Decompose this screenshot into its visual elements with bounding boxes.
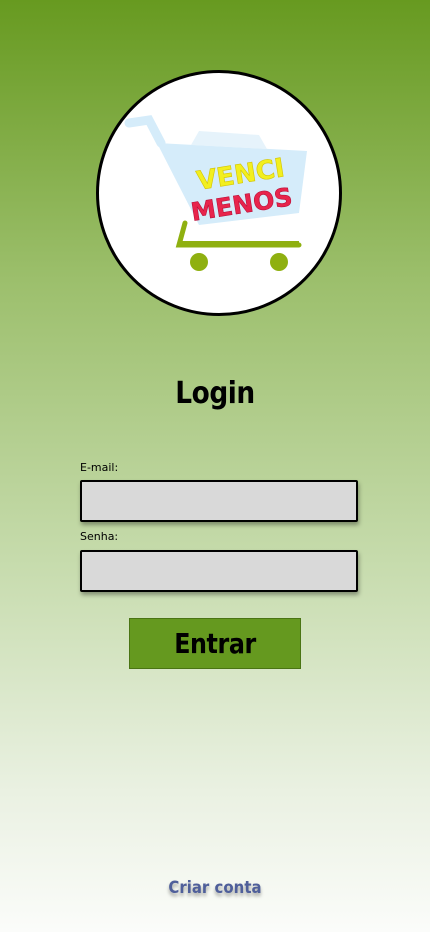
app-logo: VENCI MENOS [96, 70, 342, 316]
email-label: E-mail: [80, 461, 119, 474]
create-account-link[interactable]: Criar conta [0, 878, 430, 898]
login-button-label: Entrar [174, 627, 256, 660]
password-label: Senha: [80, 530, 119, 543]
login-button[interactable]: Entrar [129, 618, 301, 669]
password-field[interactable] [80, 550, 358, 592]
email-field[interactable] [80, 480, 358, 522]
create-account-label: Criar conta [168, 878, 262, 898]
shopping-cart-icon: VENCI MENOS [124, 115, 307, 271]
page-title: Login [175, 376, 255, 411]
